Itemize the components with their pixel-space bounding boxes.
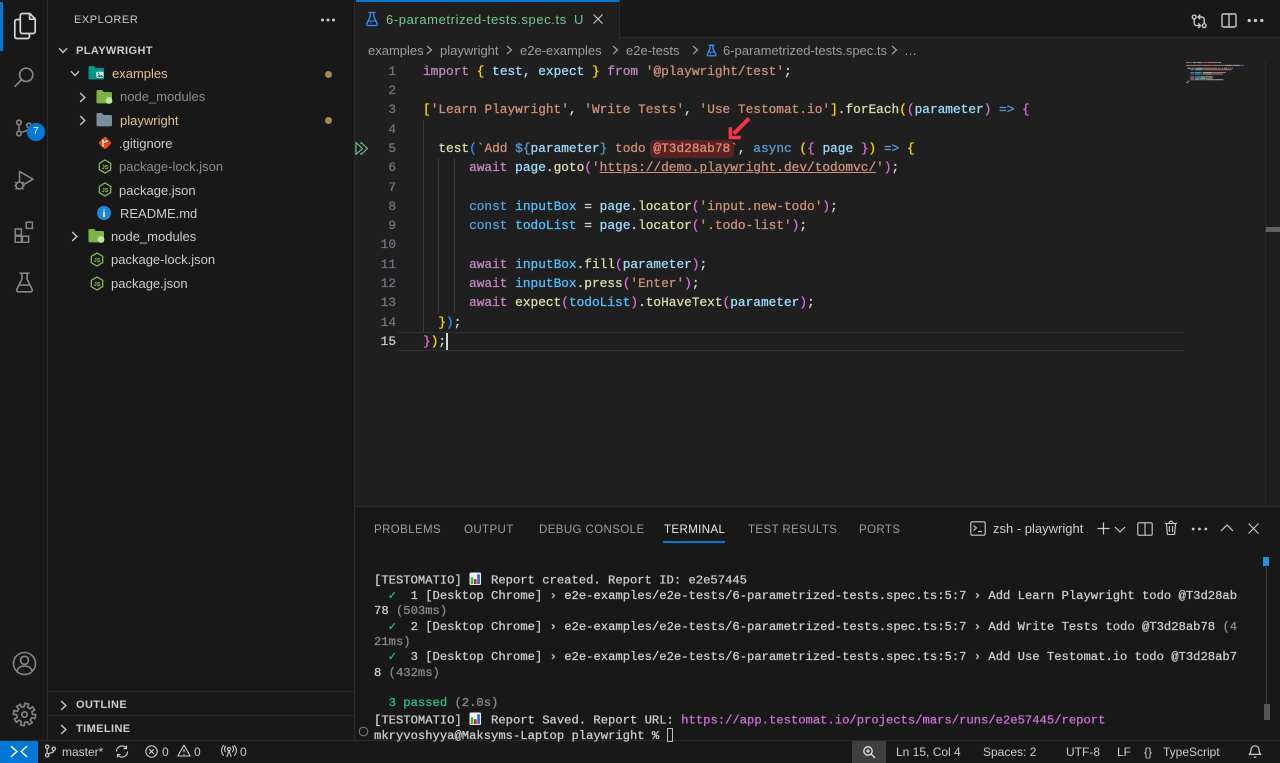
svg-text:JS: JS bbox=[93, 258, 100, 264]
svg-text:JS: JS bbox=[101, 188, 108, 194]
svg-text:JS: JS bbox=[101, 165, 108, 171]
svg-text:JS: JS bbox=[93, 281, 100, 287]
svg-text:i: i bbox=[103, 209, 106, 220]
